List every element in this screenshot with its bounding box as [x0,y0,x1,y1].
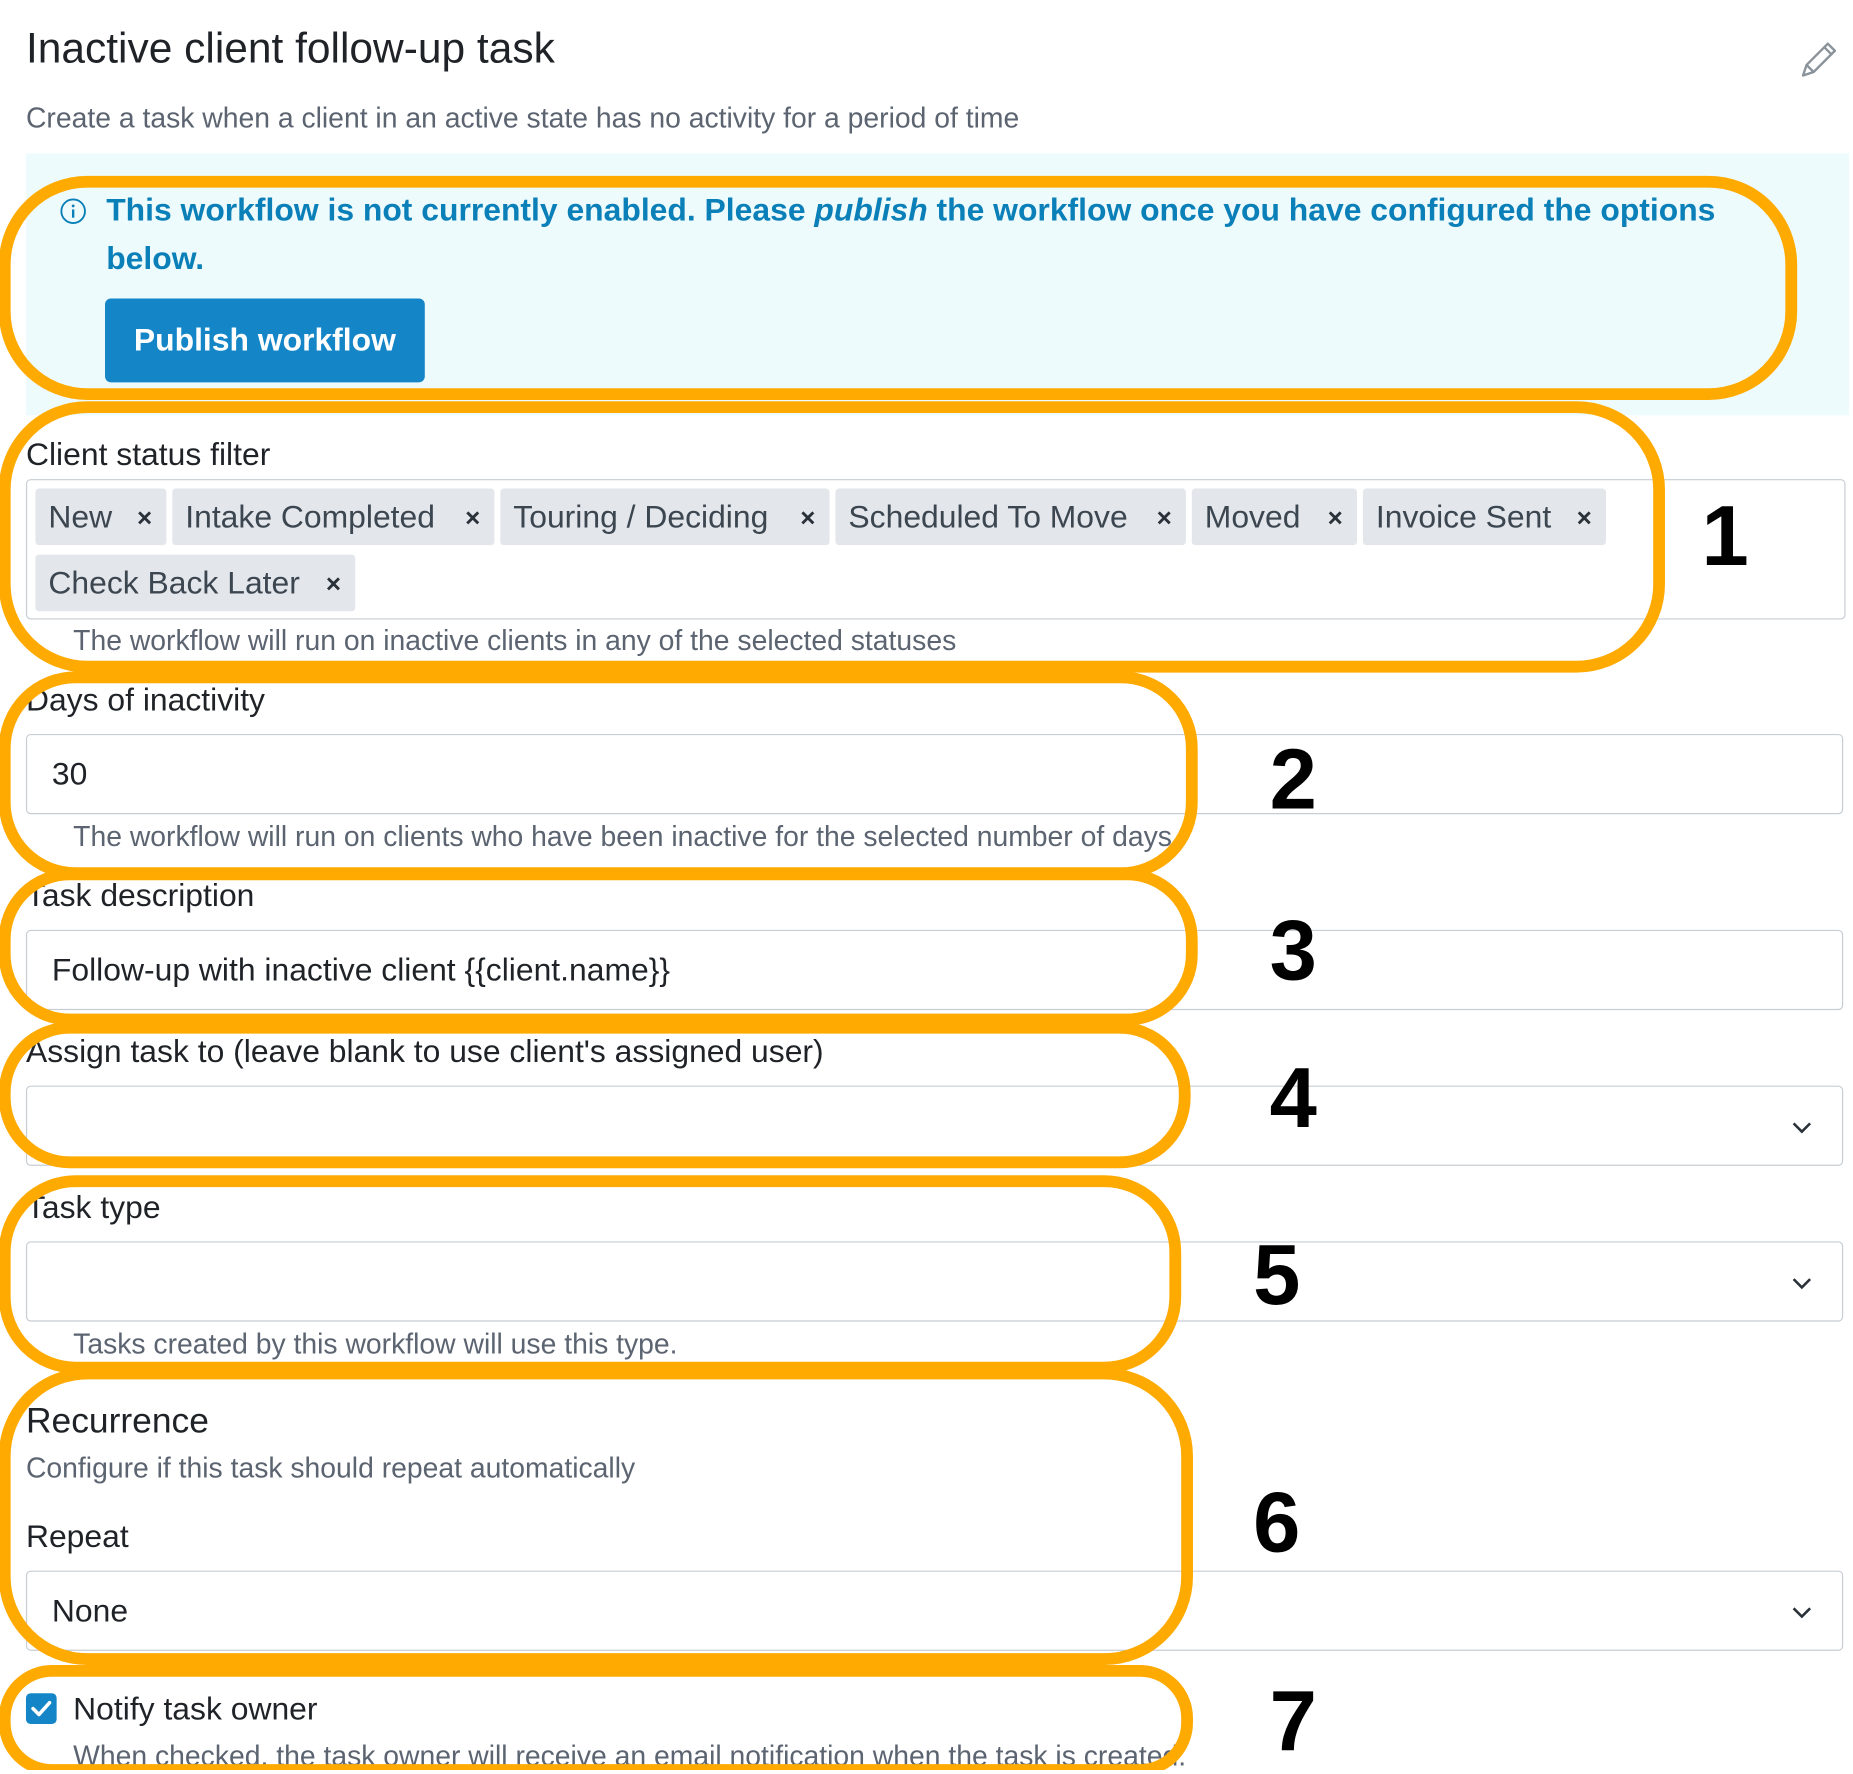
alert-message: This workflow is not currently enabled. … [106,186,1782,283]
task-type-label: Task type [25,1189,161,1225]
chevron-down-icon [1792,1278,1812,1290]
page-title: Inactive client follow-up task [25,23,555,72]
remove-tag-icon[interactable]: × [465,503,480,534]
notify-owner-label: Notify task owner [73,1690,318,1727]
status-tag-label: Check Back Later [48,564,300,601]
chevron-down-icon [1792,1607,1812,1619]
task-type-select[interactable] [25,1241,1844,1322]
remove-tag-icon[interactable]: × [137,503,152,534]
status-tag-label: New [48,498,113,534]
status-tag-label: Scheduled To Move [848,498,1128,534]
chevron-down-icon [1792,1122,1812,1134]
alert-text-emphasis: publish [814,192,928,228]
status-tag: New × [35,488,167,546]
annotation-number: 7 [1270,1674,1317,1769]
status-tag-label: Moved [1204,498,1301,534]
remove-tag-icon[interactable]: × [1157,503,1172,534]
notify-owner-checkbox[interactable] [25,1693,57,1724]
days-of-inactivity-input[interactable]: 30 [25,733,1844,815]
status-tag: Intake Completed × [172,488,495,546]
remove-tag-icon[interactable]: × [326,569,341,600]
recurrence-heading: Recurrence [25,1401,209,1441]
client-status-multiselect[interactable]: New × Intake Completed × Touring / Decid… [25,479,1846,620]
status-tag: Check Back Later × [35,554,356,612]
client-status-help: The workflow will run on inactive client… [73,625,957,658]
alert-text-before: This workflow is not currently enabled. … [106,192,815,228]
task-description-input[interactable]: Follow-up with inactive client {{client.… [25,929,1844,1011]
pencil-icon[interactable] [1796,35,1838,82]
remove-tag-icon[interactable]: × [1577,503,1592,534]
client-status-filter-label: Client status filter [25,436,271,472]
remove-tag-icon[interactable]: × [800,503,815,534]
repeat-label: Repeat [25,1518,129,1555]
remove-tag-icon[interactable]: × [1328,503,1343,534]
repeat-select[interactable]: None [25,1570,1844,1651]
page-subtitle: Create a task when a client in an active… [25,102,1020,135]
assign-task-select[interactable] [25,1085,1844,1166]
status-tag: Scheduled To Move × [835,488,1186,546]
days-of-inactivity-help: The workflow will run on clients who hav… [73,821,1180,854]
annotation-number: 6 [1253,1476,1300,1571]
repeat-value: None [51,1592,129,1628]
status-tag: Moved × [1191,488,1357,546]
status-tag-label: Touring / Deciding [513,498,769,534]
publish-workflow-button[interactable]: Publish workflow [105,298,425,383]
status-tag-label: Intake Completed [185,498,435,534]
status-tag: Invoice Sent × [1362,488,1606,546]
assign-task-label: Assign task to (leave blank to use clien… [25,1033,824,1070]
task-type-help: Tasks created by this workflow will use … [73,1328,678,1361]
task-description-label: Task description [25,877,255,914]
recurrence-subtitle: Configure if this task should repeat aut… [25,1452,636,1485]
notify-owner-help: When checked, the task owner will receiv… [73,1740,1187,1773]
info-icon [60,198,86,224]
days-of-inactivity-label: Days of inactivity [25,682,266,718]
status-tag-label: Invoice Sent [1375,498,1552,534]
checkmark-icon [31,1700,52,1717]
status-tag: Touring / Deciding × [500,488,830,546]
